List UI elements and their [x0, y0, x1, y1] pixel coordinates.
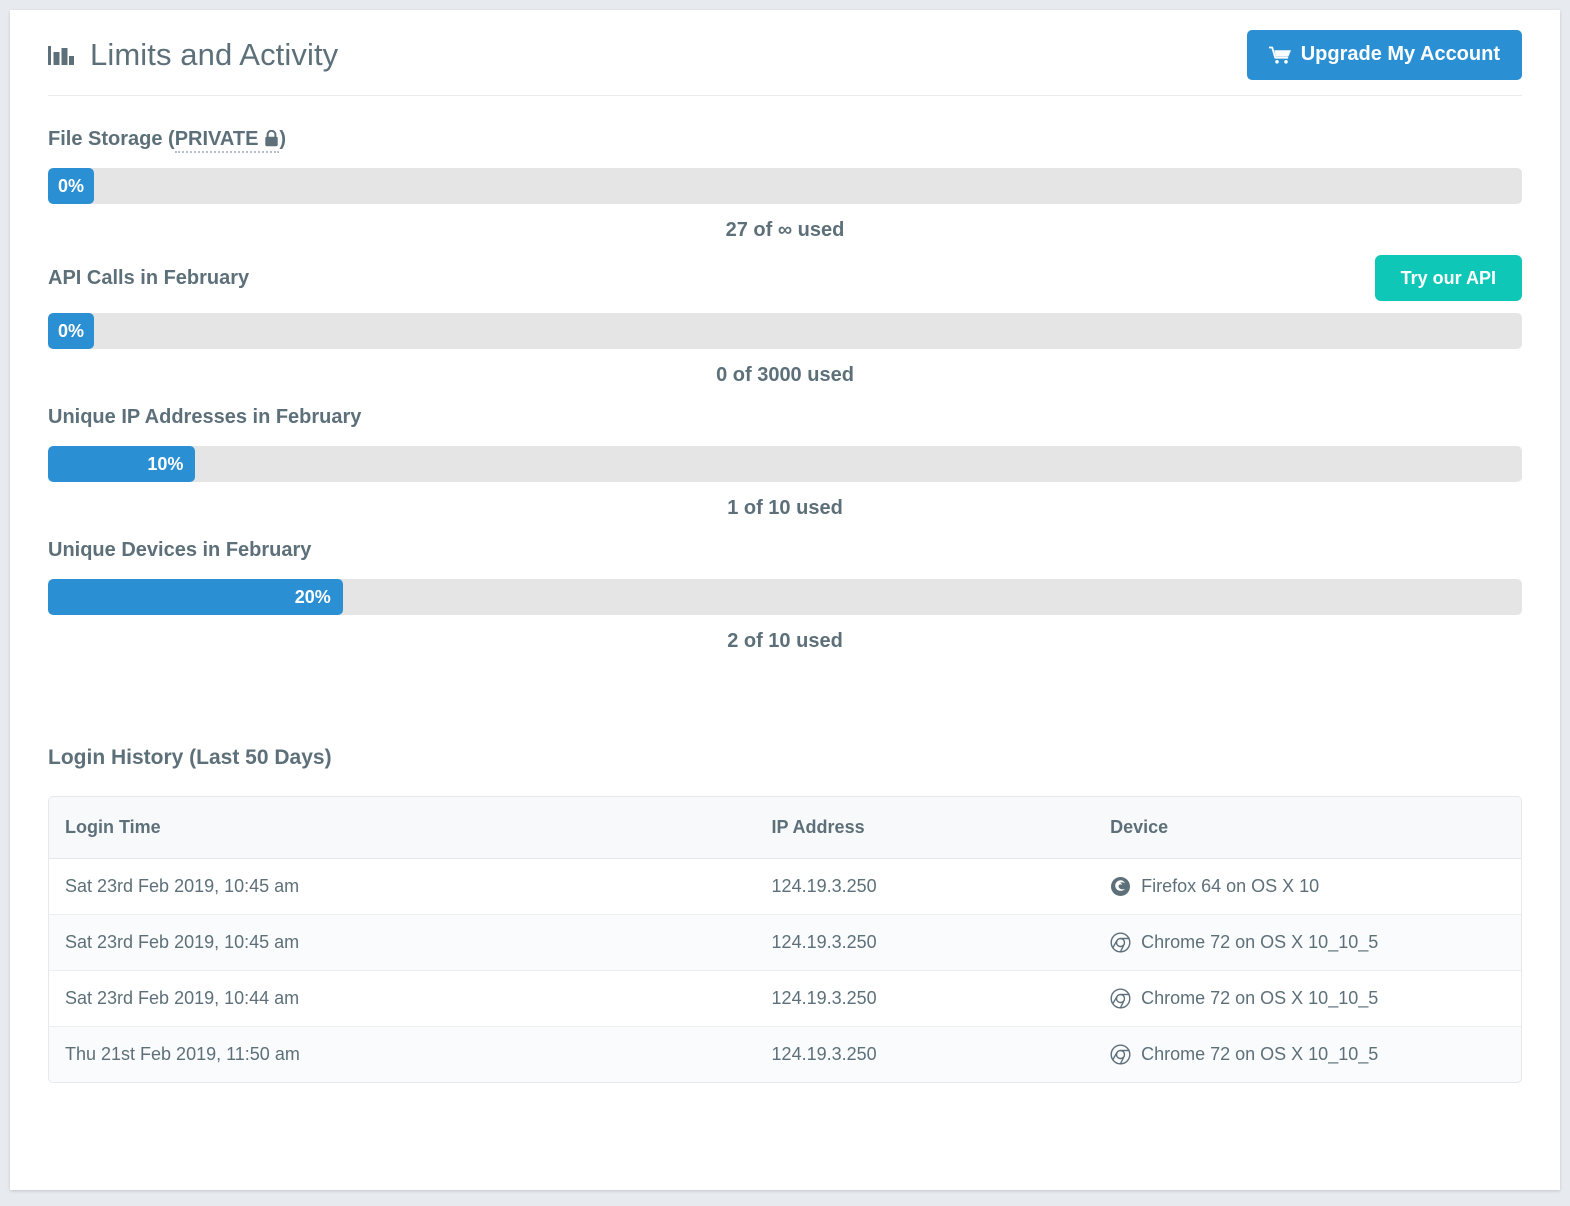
- progress-percent-label: 20%: [294, 586, 331, 607]
- login-history-section: Login History (Last 50 Days) Login Time …: [48, 746, 1522, 1083]
- progress-fill: 10%: [48, 446, 196, 482]
- cell-device: Chrome 72 on OS X 10_10_5: [1094, 915, 1521, 971]
- progress-percent-label: 0%: [57, 175, 84, 196]
- try-our-api-button[interactable]: Try our API: [1374, 255, 1522, 301]
- meter-label: API Calls in February: [48, 266, 250, 289]
- chrome-icon: [1110, 1044, 1131, 1065]
- progress-fill: 0%: [48, 168, 94, 204]
- meter-usage-text: 1 of 10 used: [727, 497, 843, 519]
- meter-label: Unique Devices in February: [48, 538, 312, 561]
- limits-and-activity-card: Limits and Activity Upgrade My Account F…: [10, 10, 1560, 1190]
- meter-usage-text: 0 of 3000 used: [716, 364, 854, 386]
- private-tag-text: PRIVATE: [174, 127, 259, 150]
- device-label: Firefox 64 on OS X 10: [1141, 876, 1320, 896]
- meter-header: Unique IP Addresses in February: [48, 400, 1522, 434]
- login-history-title: Login History (Last 50 Days): [48, 746, 332, 769]
- table-header-row: Login Time IP Address Device: [49, 797, 1521, 859]
- cell-login-time: Sat 23rd Feb 2019, 10:45 am: [49, 915, 756, 971]
- meter-label-prefix: File Storage (: [48, 127, 175, 150]
- cell-device: Chrome 72 on OS X 10_10_5: [1094, 1027, 1521, 1082]
- cell-ip-address: 124.19.3.250: [755, 859, 1095, 915]
- progress-percent-label: 10%: [147, 453, 184, 474]
- column-header-login-time: Login Time: [49, 797, 756, 859]
- cell-ip-address: 124.19.3.250: [755, 971, 1095, 1027]
- progress-fill: 20%: [48, 579, 343, 615]
- bar-chart-icon: [48, 44, 74, 66]
- private-tooltip-tag[interactable]: PRIVATE: [174, 127, 280, 153]
- upgrade-button-label: Upgrade My Account: [1300, 43, 1500, 65]
- meter-header: Unique Devices in February: [48, 533, 1522, 567]
- column-header-ip-address: IP Address: [755, 797, 1095, 859]
- progress-track: 20%: [48, 579, 1522, 615]
- cell-login-time: Sat 23rd Feb 2019, 10:44 am: [49, 971, 756, 1027]
- cell-ip-address: 124.19.3.250: [755, 915, 1095, 971]
- device-label: Chrome 72 on OS X 10_10_5: [1141, 932, 1379, 952]
- meter-unique-devices: Unique Devices in February 20% 2 of 10 u…: [48, 533, 1522, 653]
- device-label: Chrome 72 on OS X 10_10_5: [1141, 1044, 1379, 1064]
- cell-ip-address: 124.19.3.250: [771, 1044, 877, 1064]
- table-row: Sat 23rd Feb 2019, 10:45 am 124.19.3.250: [49, 915, 1521, 971]
- progress-track: 0%: [48, 168, 1522, 204]
- meter-label: Unique IP Addresses in February: [48, 405, 362, 428]
- shopping-cart-icon: [1267, 46, 1291, 64]
- meter-usage-text: 27 of ∞ used: [725, 219, 845, 241]
- meter-usage-text: 2 of 10 used: [727, 630, 843, 652]
- progress-track: 10%: [48, 446, 1522, 482]
- column-header-device: Device: [1094, 797, 1521, 859]
- cell-device: Chrome 72 on OS X 10_10_5: [1094, 971, 1521, 1027]
- card-header: Limits and Activity Upgrade My Account: [48, 10, 1522, 96]
- table-row: Sat 23rd Feb 2019, 10:45 am 124.19.3.250: [49, 859, 1521, 915]
- progress-percent-label: 0%: [57, 320, 84, 341]
- chrome-icon: [1110, 988, 1131, 1009]
- progress-track: 0%: [48, 313, 1522, 349]
- cell-login-time: Sat 23rd Feb 2019, 10:45 am: [49, 859, 756, 915]
- login-history-table: Login Time IP Address Device Sat 23rd Fe…: [48, 796, 1522, 1083]
- meter-label: File Storage (PRIVATE): [48, 127, 287, 153]
- chrome-icon: [1110, 932, 1131, 953]
- table-row: Sat 23rd Feb 2019, 10:44 am 124.19.3.250: [49, 971, 1521, 1027]
- cell-login-time: Thu 21st Feb 2019, 11:50 am: [65, 1044, 300, 1064]
- meter-header: File Storage (PRIVATE): [48, 122, 1522, 156]
- table-row: Thu 21st Feb 2019, 11:50 am 124.19.3.250: [49, 1027, 1521, 1082]
- meter-file-storage: File Storage (PRIVATE) 0% 27 of ∞ used: [48, 122, 1522, 242]
- cell-device: Firefox 64 on OS X 10: [1094, 859, 1521, 915]
- device-label: Chrome 72 on OS X 10_10_5: [1141, 988, 1379, 1008]
- lock-icon: [264, 129, 279, 147]
- usage-meters: File Storage (PRIVATE) 0% 27 of ∞ used A…: [48, 96, 1522, 653]
- meter-label-suffix: ): [279, 127, 287, 150]
- meter-api-calls: API Calls in February Try our API 0% 0 o…: [48, 255, 1522, 387]
- progress-fill: 0%: [48, 313, 94, 349]
- page-title: Limits and Activity: [90, 36, 339, 72]
- meter-unique-ip-addresses: Unique IP Addresses in February 10% 1 of…: [48, 400, 1522, 520]
- meter-header: API Calls in February Try our API: [48, 255, 1522, 301]
- title-group: Limits and Activity: [48, 37, 338, 73]
- upgrade-my-account-button[interactable]: Upgrade My Account: [1246, 29, 1522, 80]
- firefox-icon: [1110, 876, 1131, 897]
